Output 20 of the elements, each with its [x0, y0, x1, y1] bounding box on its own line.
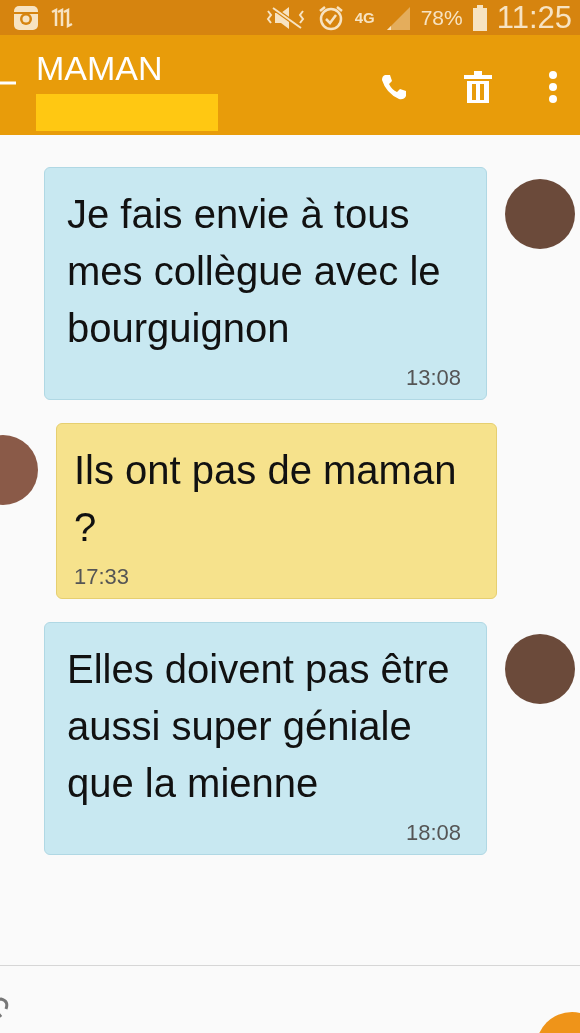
camera-icon	[12, 3, 40, 32]
delete-button[interactable]	[464, 71, 492, 103]
mute-icon	[264, 4, 307, 31]
message-time: 18:08	[405, 820, 461, 846]
clock: 11:25	[496, 0, 572, 36]
trash-icon	[464, 71, 492, 103]
contact-name: MAMAN	[36, 49, 164, 88]
battery-icon	[472, 4, 487, 31]
more-icon	[548, 71, 558, 103]
battery-percent: 78%	[420, 5, 463, 30]
message-text: Ils ont pas de maman ?	[74, 447, 458, 551]
call-button[interactable]	[380, 73, 408, 101]
message-text: Je fais envie à tous mes collègue avec le bourguignon	[67, 191, 442, 352]
news-icon	[50, 7, 74, 28]
message-text: Elles doivent pas être aussi super géniale que la mienne	[67, 646, 451, 807]
message-time: 17:33	[74, 564, 130, 590]
phone-icon	[380, 73, 408, 101]
message-time: 13:08	[405, 365, 461, 391]
network-type: 4G	[354, 9, 375, 26]
more-button[interactable]	[548, 71, 558, 103]
